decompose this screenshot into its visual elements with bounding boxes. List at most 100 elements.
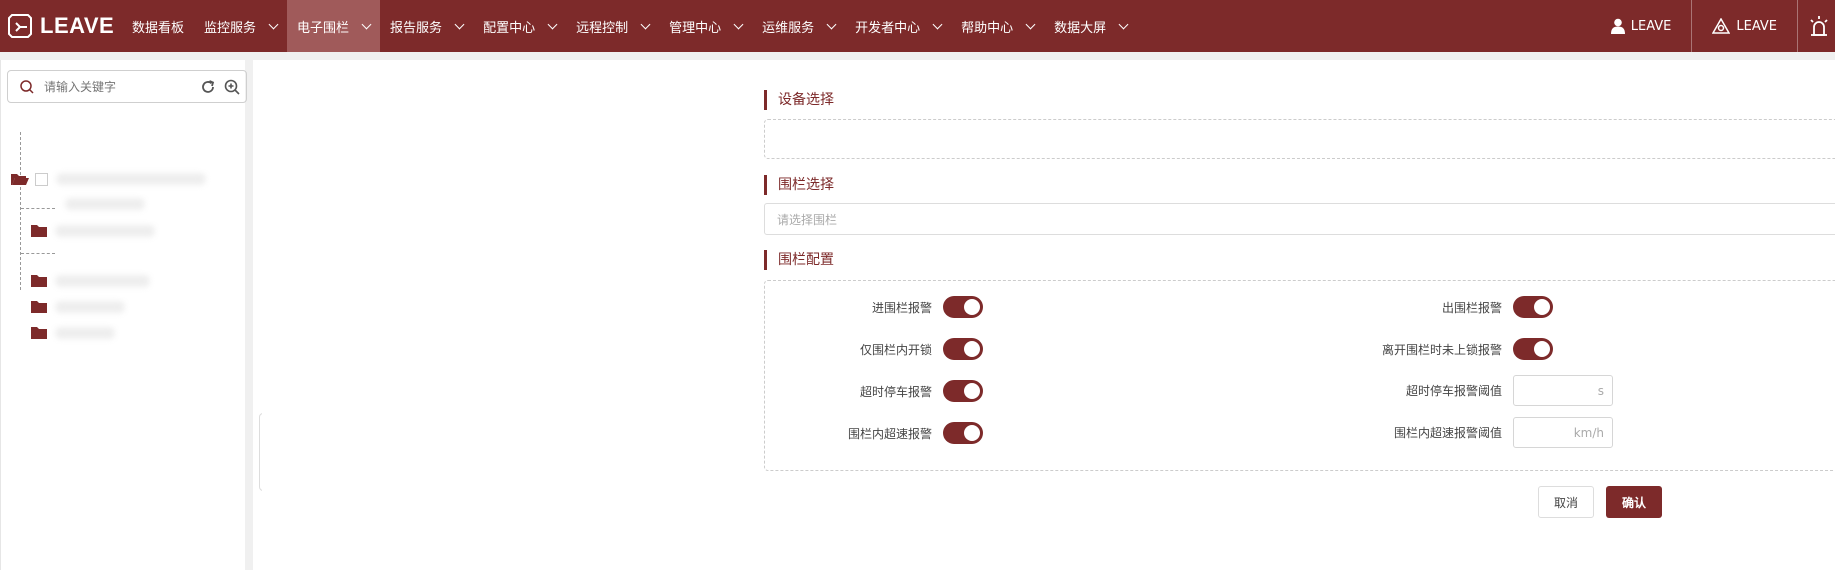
chevron-down-icon <box>1118 19 1129 29</box>
tree-node-label <box>65 198 145 210</box>
overtime-parking-alarm-row: 超时停车报警 <box>782 380 983 402</box>
chevron-down-icon <box>361 19 372 29</box>
alarm-icon[interactable] <box>1797 0 1835 52</box>
fence-config-form: 设备选择 围栏选择 请选择围栏 围栏配置 进围栏报警 仅围栏内开锁 超时停车报警… <box>262 60 1835 570</box>
fence-select[interactable]: 请选择围栏 <box>764 203 1835 235</box>
tree-node-folder[interactable] <box>31 274 150 287</box>
user-label: LEAVE <box>1630 18 1672 34</box>
nav-item-reports[interactable]: 报告服务 <box>380 0 473 52</box>
tree-node-label <box>55 224 155 237</box>
unit-suffix: km/h <box>1573 425 1604 440</box>
org-label: LEAVE <box>1736 18 1777 34</box>
config-label: 仅围栏内开锁 <box>859 342 932 357</box>
tree-node-label <box>56 173 206 185</box>
nav-label: 管理中心 <box>669 20 722 36</box>
nav-right: LEAVE LEAVE <box>1591 0 1835 52</box>
enter-fence-alarm-row: 进围栏报警 <box>782 296 983 318</box>
device-tree <box>9 110 239 360</box>
nav-label: 监控服务 <box>204 20 257 36</box>
nav-item-ops[interactable]: 运维服务 <box>752 0 845 52</box>
tree-node-label <box>55 300 125 313</box>
overspeed-alarm-toggle[interactable] <box>943 422 983 444</box>
leave-unlocked-alarm-toggle[interactable] <box>1513 338 1553 360</box>
device-select-area[interactable] <box>764 119 1835 159</box>
fence-section-title: 围栏选择 <box>764 175 834 195</box>
tree-guide <box>21 208 55 209</box>
nav-label: 帮助中心 <box>961 20 1014 36</box>
folder-open-icon <box>11 174 29 185</box>
config-label: 离开围栏时未上锁报警 <box>1381 342 1502 357</box>
speed-threshold-input[interactable]: km/h <box>1513 417 1613 448</box>
nav-item-dashboard[interactable]: 数据看板 <box>122 0 194 52</box>
parking-threshold-input[interactable]: s <box>1513 375 1613 406</box>
exit-fence-alarm-toggle[interactable] <box>1513 296 1553 318</box>
config-label: 进围栏报警 <box>871 300 932 315</box>
nav-label: 电子围栏 <box>297 20 350 36</box>
search-icon <box>20 79 34 94</box>
logo-icon <box>8 14 32 38</box>
tree-node-folder[interactable] <box>31 300 125 313</box>
refresh-icon[interactable] <box>200 79 216 95</box>
nav-item-developer[interactable]: 开发者中心 <box>845 0 951 52</box>
chevron-down-icon <box>932 19 943 29</box>
chevron-down-icon <box>1025 19 1036 29</box>
nav-item-remote[interactable]: 远程控制 <box>566 0 659 52</box>
logo[interactable]: LEAVE <box>0 0 122 52</box>
cancel-button[interactable]: 取消 <box>1538 486 1594 518</box>
device-section-title: 设备选择 <box>764 90 834 110</box>
enter-fence-alarm-toggle[interactable] <box>943 296 983 318</box>
chevron-down-icon <box>268 19 279 29</box>
unlock-in-fence-toggle[interactable] <box>943 338 983 360</box>
zoom-icon[interactable] <box>224 79 240 95</box>
nav-item-bigscreen[interactable]: 数据大屏 <box>1044 0 1137 52</box>
logo-text: LEAVE <box>40 13 115 38</box>
nav-label: 报告服务 <box>390 20 443 36</box>
nav-item-geofence[interactable]: 电子围栏 <box>287 0 381 52</box>
tree-node-folder[interactable] <box>31 326 115 339</box>
nav-label: 开发者中心 <box>855 20 921 36</box>
nav-item-management[interactable]: 管理中心 <box>659 0 752 52</box>
config-label: 超时停车报警 <box>859 384 932 399</box>
overspeed-alarm-row: 围栏内超速报警 <box>782 422 983 444</box>
top-navbar: LEAVE 数据看板 监控服务 电子围栏 报告服务 配置中心 远程控制 管理中心… <box>0 0 1835 52</box>
nav-item-monitor[interactable]: 监控服务 <box>194 0 287 52</box>
nav-label: 数据大屏 <box>1054 20 1107 36</box>
folder-icon <box>31 225 47 237</box>
tree-guide <box>20 132 21 290</box>
nav-item-help[interactable]: 帮助中心 <box>951 0 1044 52</box>
tree-node-label <box>55 274 150 287</box>
config-section-title: 围栏配置 <box>764 250 834 270</box>
nav-divider <box>0 52 1835 60</box>
unit-suffix: s <box>1597 383 1604 398</box>
config-label: 围栏内超速报警 <box>847 426 932 441</box>
nav-label: 远程控制 <box>576 20 629 36</box>
config-label: 出围栏报警 <box>1441 300 1502 315</box>
leave-unlocked-alarm-row: 离开围栏时未上锁报警 <box>1262 338 1553 360</box>
tree-node-folder[interactable] <box>31 224 155 237</box>
chevron-down-icon <box>547 19 558 29</box>
folder-icon <box>31 327 47 339</box>
chevron-down-icon <box>640 19 651 29</box>
org-icon <box>1712 18 1731 34</box>
tree-checkbox[interactable] <box>35 172 48 186</box>
tree-node-label <box>55 326 115 339</box>
overtime-parking-alarm-toggle[interactable] <box>943 380 983 402</box>
speed-threshold-row: 围栏内超速报警阈值 km/h <box>1262 417 1613 448</box>
parking-threshold-row: 超时停车报警阈值 s <box>1262 375 1613 406</box>
config-label: 围栏内超速报警阈值 <box>1393 426 1502 440</box>
chevron-down-icon <box>454 19 465 29</box>
org-menu[interactable]: LEAVE <box>1691 0 1797 52</box>
folder-icon <box>31 301 47 313</box>
exit-fence-alarm-row: 出围栏报警 <box>1262 296 1553 318</box>
tree-node-root[interactable] <box>11 172 206 186</box>
nav-item-config[interactable]: 配置中心 <box>473 0 566 52</box>
nav-label: 运维服务 <box>762 20 815 36</box>
config-label: 超时停车报警阈值 <box>1405 384 1502 398</box>
chevron-down-icon <box>826 19 837 29</box>
tree-search-input[interactable] <box>44 79 184 94</box>
nav-label: 数据看板 <box>132 20 185 36</box>
user-menu[interactable]: LEAVE <box>1591 0 1692 52</box>
tree-search-box <box>7 70 247 103</box>
confirm-button[interactable]: 确认 <box>1606 486 1662 518</box>
nav-label: 配置中心 <box>483 20 536 36</box>
